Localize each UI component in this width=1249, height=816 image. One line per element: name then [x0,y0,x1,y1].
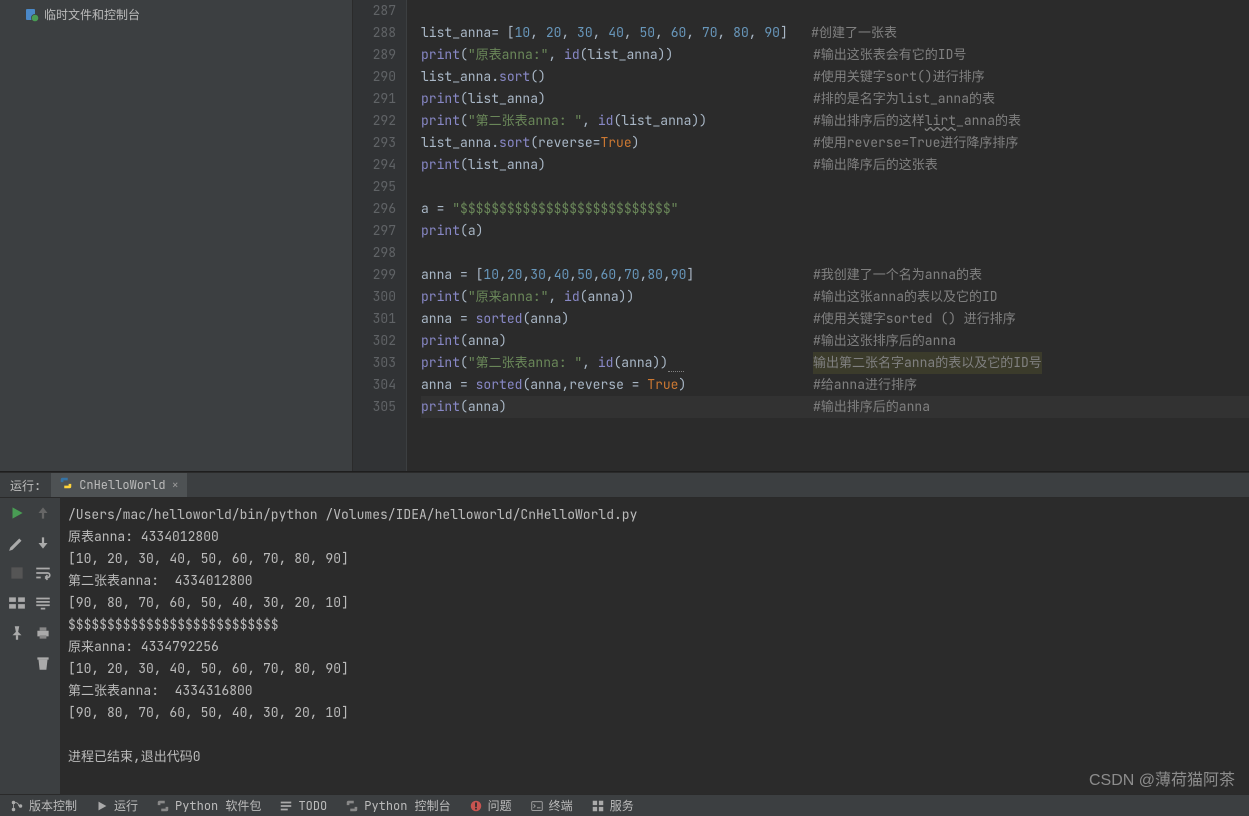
tree-item-scratches[interactable]: 临时文件和控制台 [0,4,352,25]
comment: #输出排序后的这样lirt_anna的表 [813,110,1021,132]
line-number: 301 [353,308,396,330]
comment: 输出第二张名字anna的表以及它的ID号 [813,352,1042,374]
scratches-icon [24,7,40,23]
code-line[interactable]: anna = [10,20,30,40,50,60,70,80,90]#我创建了… [421,264,1249,286]
comment: #使用关键字sort()进行排序 [813,66,985,88]
gutter: 2872882892902912922932942952962972982993… [353,0,407,471]
comment: #给anna进行排序 [813,374,917,396]
comment: #使用reverse=True进行降序排序 [813,132,1018,154]
code-line[interactable] [421,176,1249,198]
comment: #使用关键字sorted () 进行排序 [813,308,1016,330]
code-line[interactable]: print(anna)#输出这张排序后的anna [421,330,1249,352]
line-number: 300 [353,286,396,308]
statusbar-item-todo[interactable]: TODO [279,798,327,814]
line-number: 297 [353,220,396,242]
code-line[interactable]: list_anna.sort()#使用关键字sort()进行排序 [421,66,1249,88]
line-number: 293 [353,132,396,154]
settings-button[interactable] [8,534,26,552]
statusbar-item-terminal[interactable]: 终端 [530,797,573,814]
run-tool-window: 运行: CnHelloWorld × [0,472,1249,794]
line-number: 303 [353,352,396,374]
line-number: 292 [353,110,396,132]
pin-button[interactable] [8,624,26,642]
comment: #输出这张表会有它的ID号 [813,44,966,66]
code-line[interactable]: list_anna.sort(reverse=True)#使用reverse=T… [421,132,1249,154]
line-number: 296 [353,198,396,220]
layout-button[interactable] [8,594,26,612]
output-line: $$$$$$$$$$$$$$$$$$$$$$$$$$$ [68,614,1241,636]
print-button[interactable] [34,624,52,642]
output-line: [90, 80, 70, 60, 50, 40, 30, 20, 10] [68,702,1241,724]
code-editor[interactable]: 2872882892902912922932942952962972982993… [353,0,1249,471]
run-label: 运行: [0,477,51,494]
code-line[interactable]: a = "$$$$$$$$$$$$$$$$$$$$$$$$$$$" [421,198,1249,220]
statusbar-item-python[interactable]: Python 软件包 [156,797,261,814]
trash-button[interactable] [34,654,52,672]
project-sidebar[interactable]: 临时文件和控制台 [0,0,353,471]
run-tab-label: CnHelloWorld [79,477,165,493]
code-line[interactable]: print(anna)#输出排序后的anna [421,396,1249,418]
statusbar-item-vcs[interactable]: 版本控制 [10,797,77,814]
line-number: 288 [353,22,396,44]
line-number: 299 [353,264,396,286]
comment: #输出排序后的anna [813,396,930,418]
code-area[interactable]: list_anna= [10, 20, 30, 40, 50, 60, 70, … [407,0,1249,471]
output-line [68,724,1241,746]
output-line: 第二张表anna: 4334316800 [68,680,1241,702]
code-line[interactable]: print(a) [421,220,1249,242]
code-line[interactable]: list_anna= [10, 20, 30, 40, 50, 60, 70, … [421,22,1249,44]
up-button[interactable] [34,504,52,522]
python-icon [59,476,73,494]
soft-wrap-button[interactable] [34,564,52,582]
output-line: [90, 80, 70, 60, 50, 40, 30, 20, 10] [68,592,1241,614]
output-line: [10, 20, 30, 40, 50, 60, 70, 80, 90] [68,658,1241,680]
status-bar: 版本控制 运行 Python 软件包 TODO Python 控制台 问题 终端 服务 [0,794,1249,816]
comment: #我创建了一个名为anna的表 [813,264,982,286]
output-line: /Users/mac/helloworld/bin/python /Volume… [68,504,1241,526]
code-line[interactable] [421,0,1249,22]
down-button[interactable] [34,534,52,552]
comment: #排的是名字为list_anna的表 [813,88,995,110]
code-line[interactable]: print(list_anna)#输出降序后的这张表 [421,154,1249,176]
line-number: 291 [353,88,396,110]
close-icon[interactable]: × [172,477,179,493]
code-line[interactable]: print("原表anna:", id(list_anna))#输出这张表会有它… [421,44,1249,66]
code-line[interactable]: print(list_anna)#排的是名字为list_anna的表 [421,88,1249,110]
line-number: 294 [353,154,396,176]
line-number: 287 [353,0,396,22]
run-tabs: 运行: CnHelloWorld × [0,472,1249,498]
output-line: 第二张表anna: 4334012800 [68,570,1241,592]
statusbar-item-services[interactable]: 服务 [591,797,634,814]
line-number: 302 [353,330,396,352]
output-line: [10, 20, 30, 40, 50, 60, 70, 80, 90] [68,548,1241,570]
tree-item-label: 临时文件和控制台 [44,6,140,23]
statusbar-item-pyconsole[interactable]: Python 控制台 [345,797,450,814]
line-number: 305 [353,396,396,418]
scroll-to-end-button[interactable] [34,594,52,612]
run-toolbar [0,498,60,794]
output-line: 进程已结束,退出代码0 [68,746,1241,768]
code-line[interactable]: print("第二张表anna: ", id(list_anna))#输出排序后… [421,110,1249,132]
stop-button[interactable] [8,564,26,582]
statusbar-item-run[interactable]: 运行 [95,797,138,814]
code-line[interactable] [421,242,1249,264]
run-output[interactable]: /Users/mac/helloworld/bin/python /Volume… [60,498,1249,794]
code-line[interactable]: anna = sorted(anna,reverse = True)#给anna… [421,374,1249,396]
code-line[interactable]: print("第二张表anna: ", id(anna)) 输出第二张名字ann… [421,352,1249,374]
comment: #输出这张anna的表以及它的ID [813,286,998,308]
comment: #输出降序后的这张表 [813,154,938,176]
code-line[interactable]: anna = sorted(anna)#使用关键字sorted () 进行排序 [421,308,1249,330]
comment: #输出这张排序后的anna [813,330,956,352]
output-line: 原表anna: 4334012800 [68,526,1241,548]
output-line: 原来anna: 4334792256 [68,636,1241,658]
code-line[interactable]: print("原来anna:", id(anna))#输出这张anna的表以及它… [421,286,1249,308]
line-number: 304 [353,374,396,396]
rerun-button[interactable] [8,504,26,522]
line-number: 290 [353,66,396,88]
line-number: 298 [353,242,396,264]
line-number: 289 [353,44,396,66]
line-number: 295 [353,176,396,198]
statusbar-item-problems[interactable]: 问题 [469,797,512,814]
run-tab[interactable]: CnHelloWorld × [51,473,187,497]
